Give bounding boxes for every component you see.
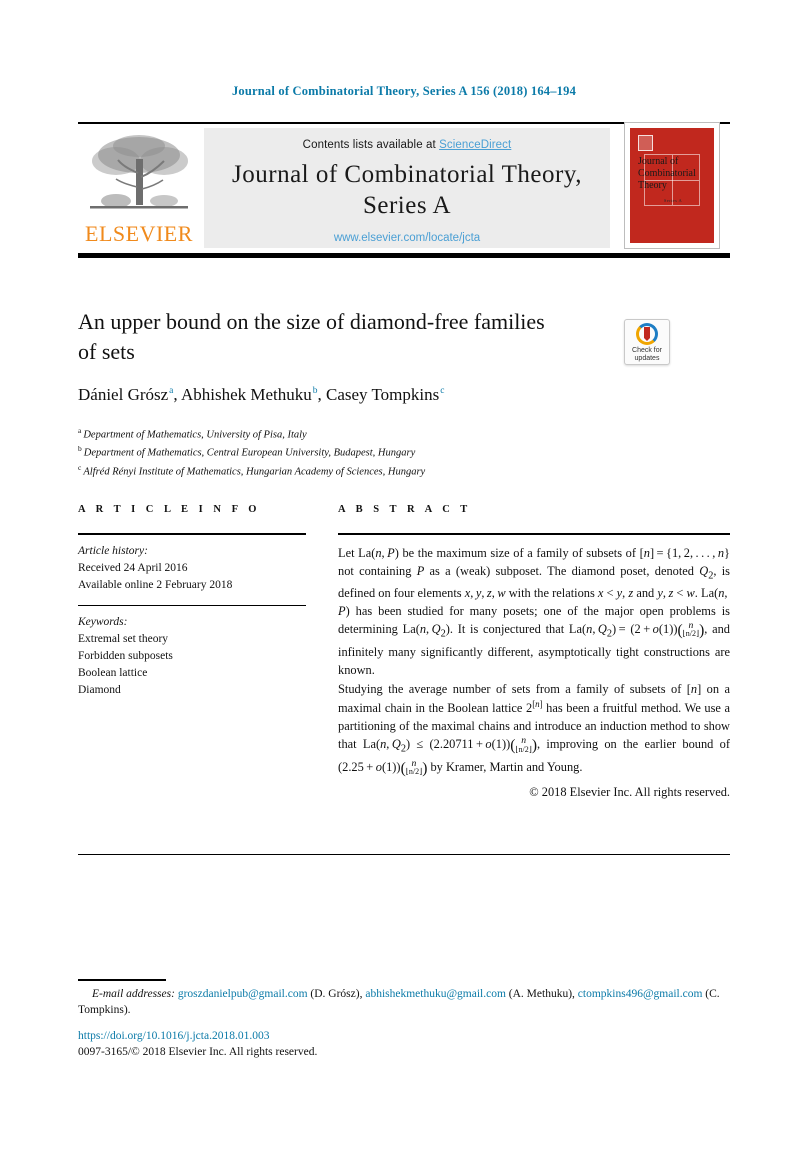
abstract-paragraph-2: Studying the average number of sets from… [338, 681, 730, 778]
contents-available-line: Contents lists available at ScienceDirec… [204, 139, 610, 151]
author-item: Casey Tompkinsc [326, 385, 444, 404]
affiliation-text: Department of Mathematics, Central Europ… [83, 447, 416, 459]
abstract-credits: Kramer, Martin and Young. [445, 760, 583, 775]
journal-cover-thumbnail[interactable]: Journal of Combinatorial Theory Series A [624, 122, 720, 249]
doi-line[interactable]: https://doi.org/10.1016/j.jcta.2018.01.0… [78, 1030, 269, 1042]
email-owner: (D. Grósz) [310, 988, 360, 1000]
keyword-item: Diamond [78, 684, 121, 697]
crossmark-badge[interactable]: Check for updates [624, 319, 670, 365]
elsevier-logo: ELSEVIER [80, 129, 198, 247]
abstract-copyright: © 2018 Elsevier Inc. All rights reserved… [529, 784, 730, 799]
footnote-rule [78, 979, 166, 981]
email-link[interactable]: groszdanielpub@gmail.com [178, 988, 308, 1000]
article-history-label: Article history: [78, 545, 148, 557]
cover-subtitle: Series A [663, 198, 683, 203]
journal-title-line2: Series A [362, 191, 452, 219]
author-name: Abhishek Methuku [180, 385, 312, 404]
affiliation-item: a Department of Mathematics, University o… [78, 425, 638, 443]
journal-title-line1: Journal of Combinatorial Theory, [232, 161, 582, 188]
email-link[interactable]: abhishekmethuku@gmail.com [365, 988, 506, 1000]
abstract-old-bound: 2.25 [342, 760, 364, 775]
abstract-column: A B S T R A C T Let La(n, P) be the maxi… [338, 504, 730, 801]
affiliation-text: Department of Mathematics, University of… [83, 429, 307, 441]
keyword-item: Extremal set theory [78, 633, 169, 646]
email-owner: (A. Methuku) [508, 988, 573, 1000]
elsevier-wordmark: ELSEVIER [85, 221, 193, 246]
crossmark-label: Check for updates [625, 347, 669, 363]
crossmark-label-line2: updates [634, 355, 660, 363]
keyword-item: Forbidden subposets [78, 650, 173, 663]
journal-masthead: ELSEVIER Contents lists available at Sci… [78, 122, 730, 258]
cover-title-line3: Theory [638, 180, 667, 192]
cover-title-line1: Journal of [638, 156, 679, 167]
abstract-heading: A B S T R A C T [338, 504, 472, 515]
article-history-received: Received 24 April 2016 [78, 562, 188, 575]
author-item: Abhishek Methukub, [181, 385, 326, 404]
masthead-center-box: Contents lists available at ScienceDirec… [204, 128, 610, 248]
article-info-rule-mid [78, 605, 306, 607]
author-item: Dániel Grósza, [78, 385, 181, 404]
elsevier-tree-icon [83, 131, 195, 219]
article-history-available: Available online 2 February 2018 [78, 579, 233, 592]
journal-article-page: Journal of Combinatorial Theory, Series … [0, 0, 808, 1162]
author-separator: , [317, 385, 326, 404]
email-link[interactable]: ctompkins496@gmail.com [578, 988, 703, 1000]
masthead-bottom-rule [78, 253, 730, 258]
cover-publisher-logo-icon [638, 135, 653, 151]
author-list: Dániel Grósza, Abhishek Methukub, Casey … [78, 385, 638, 405]
page-title: An upper bound on the size of diamond-fr… [78, 309, 545, 364]
article-info-column: A R T I C L E I N F O Article history: R… [78, 504, 306, 699]
article-history-block: Article history: Received 24 April 2016 … [78, 543, 306, 594]
affiliation-item: b Department of Mathematics, Central Euro… [78, 443, 638, 461]
abstract-body: Let La(n, P) be the maximum size of a fa… [338, 544, 730, 801]
abstract-paragraph-1: Let La(n, P) be the maximum size of a fa… [338, 546, 731, 678]
abstract-new-bound: 2.20711 [433, 737, 474, 752]
abstract-bottom-rule [78, 854, 730, 855]
article-info-rule-top [78, 533, 306, 535]
sciencedirect-link[interactable]: ScienceDirect [439, 139, 511, 151]
email-separator: , [572, 988, 575, 1000]
author-separator: , [173, 385, 181, 404]
cover-title: Journal of Combinatorial Theory [638, 156, 714, 193]
affiliation-item: c Alfréd Rényi Institute of Mathematics, … [78, 462, 638, 480]
journal-homepage-link[interactable]: www.elsevier.com/locate/jcta [204, 232, 610, 244]
email-addresses-label: E-mail addresses: [92, 988, 175, 1000]
doi-link[interactable]: https://doi.org/10.1016/j.jcta.2018.01.0… [78, 1030, 269, 1042]
author-name: Casey Tompkins [326, 385, 440, 404]
journal-title: Journal of Combinatorial Theory, Series … [204, 160, 610, 221]
cover-title-line2: Combinatorial [638, 168, 696, 180]
journal-homepage-url[interactable]: www.elsevier.com/locate/jcta [334, 232, 480, 244]
contents-prefix: Contents lists available at [302, 139, 440, 151]
keywords-label: Keywords: [78, 616, 128, 629]
article-info-heading: A R T I C L E I N F O [78, 504, 261, 515]
affiliation-list: a Department of Mathematics, University o… [78, 425, 638, 480]
affiliation-text: Alfréd Rényi Institute of Mathematics, H… [83, 466, 426, 477]
abstract-rule-top [338, 533, 730, 535]
running-head: Journal of Combinatorial Theory, Series … [231, 84, 577, 98]
crossmark-arc-icon [636, 323, 658, 345]
footnote-emails: E-mail addresses: groszdanielpub@gmail.c… [78, 986, 730, 1019]
crossmark-label-line1: Check for [632, 347, 662, 354]
author-affiliation-marker[interactable]: c [439, 386, 444, 396]
author-name: Dániel Grósz [78, 385, 169, 404]
keyword-item: Boolean lattice [78, 667, 148, 680]
crossmark-flag-icon [644, 327, 650, 341]
journal-cover-image: Journal of Combinatorial Theory Series A [630, 128, 714, 243]
issn-copyright-line: 0097-3165/© 2018 Elsevier Inc. All right… [78, 1046, 318, 1058]
keywords-block: Keywords: Extremal set theory Forbidden … [78, 614, 306, 699]
